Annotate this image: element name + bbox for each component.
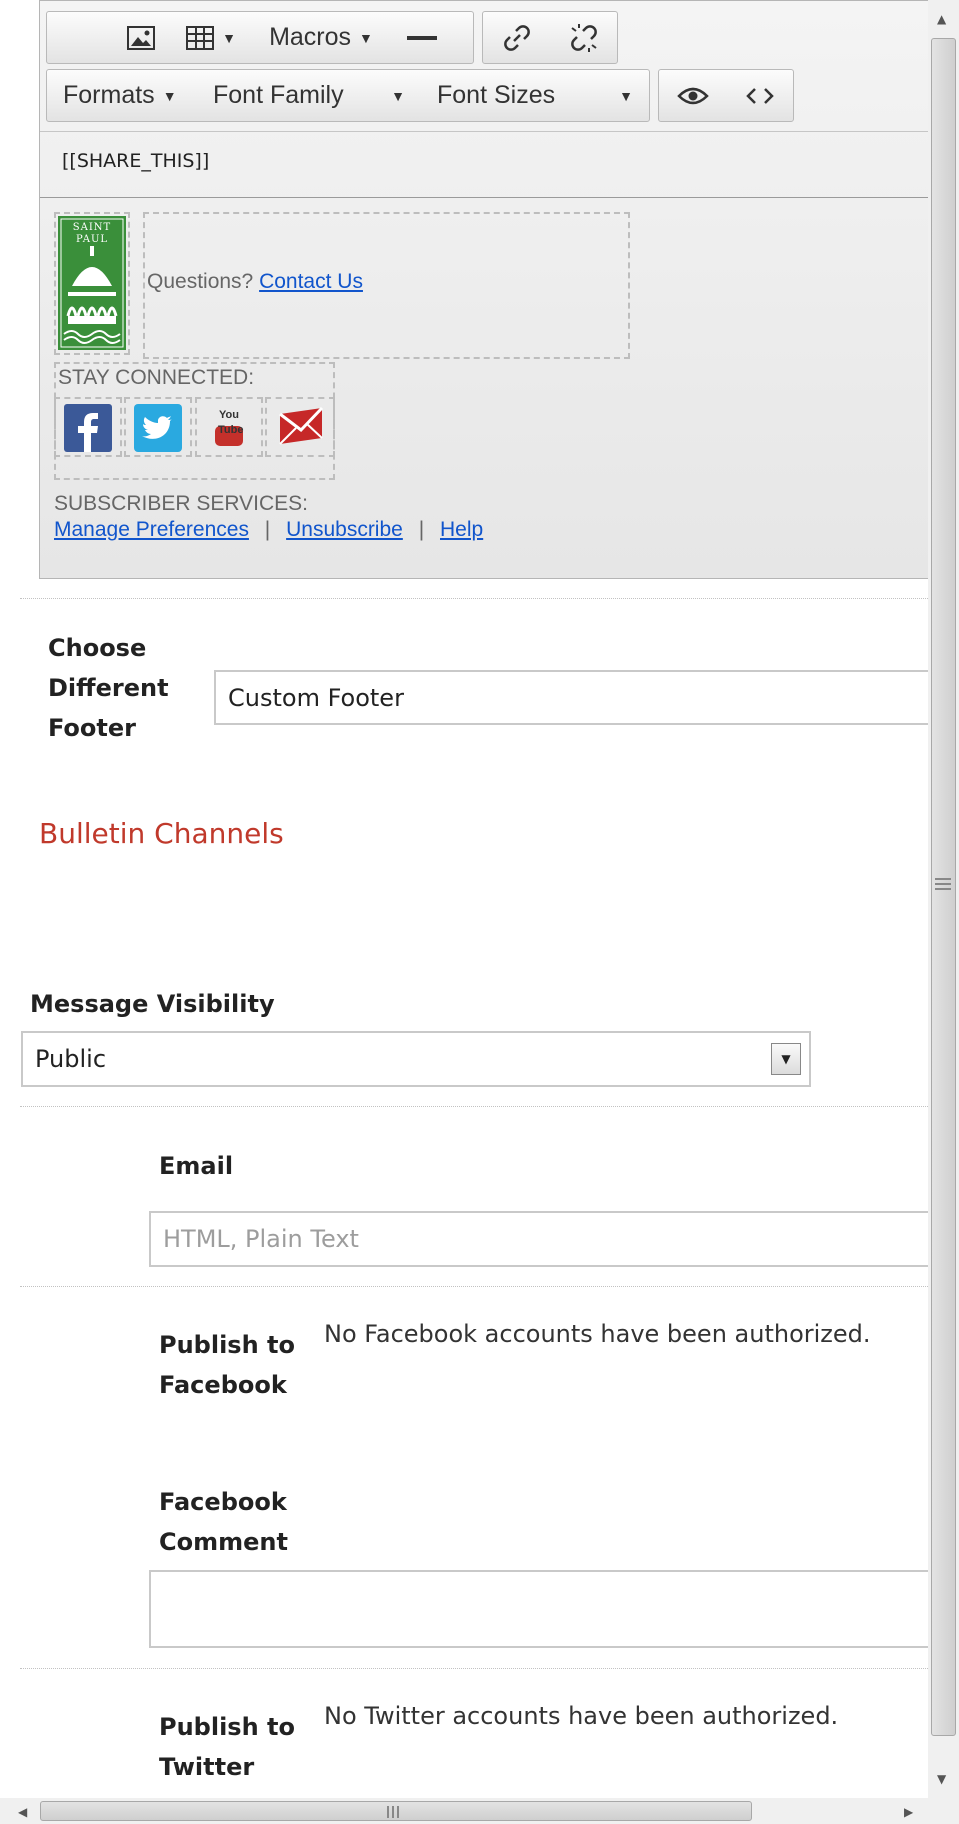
formats-label: Formats bbox=[63, 81, 155, 109]
source-code-button[interactable] bbox=[726, 70, 793, 121]
toolbar-group-view bbox=[658, 69, 794, 122]
editor-divider bbox=[40, 197, 932, 198]
link-separator: | bbox=[264, 518, 271, 541]
toolbar-group-insert: ▼ Macros ▼ bbox=[46, 11, 474, 64]
twitter-icon[interactable] bbox=[134, 404, 182, 456]
link-separator: | bbox=[418, 518, 425, 541]
insert-link-button[interactable] bbox=[483, 12, 550, 63]
publish-twitter-label: Publish to Twitter bbox=[159, 1713, 295, 1781]
youtube-text: You Tube bbox=[218, 409, 244, 436]
chevron-down-icon: ▼ bbox=[222, 29, 236, 46]
toolbar-group-format: Formats ▼ Font Family ▼ Font Sizes ▼ bbox=[46, 69, 650, 122]
rich-text-editor: ▼ Macros ▼ Formats ▼ Font Family ▼ Font … bbox=[39, 0, 932, 580]
font-family-label: Font Family bbox=[213, 81, 344, 109]
insert-image-button[interactable] bbox=[113, 12, 169, 63]
unlink-button[interactable] bbox=[550, 12, 617, 63]
chevron-down-icon: ▼ bbox=[619, 87, 633, 104]
macros-dropdown[interactable]: Macros ▼ bbox=[253, 12, 389, 63]
email-icon[interactable] bbox=[276, 404, 326, 456]
divider bbox=[20, 1668, 928, 1669]
help-link[interactable]: Help bbox=[440, 518, 483, 541]
share-this-token: [[SHARE_THIS]] bbox=[62, 150, 210, 172]
publish-facebook-label: Publish to Facebook bbox=[159, 1331, 295, 1399]
unlink-icon bbox=[570, 23, 597, 52]
facebook-note: No Facebook accounts have been authorize… bbox=[324, 1320, 871, 1348]
logo-text: SAINT PAUL bbox=[72, 222, 112, 245]
unsubscribe-link[interactable]: Unsubscribe bbox=[286, 518, 403, 541]
message-visibility-select[interactable]: Public ▼ bbox=[21, 1031, 811, 1087]
scroll-right-arrow-icon[interactable]: ▶ bbox=[904, 1805, 913, 1819]
horizontal-rule-icon bbox=[407, 35, 437, 40]
message-visibility-label: Message Visibility bbox=[30, 990, 275, 1018]
questions-text: Questions? bbox=[147, 270, 254, 293]
saint-paul-logo: SAINT PAUL bbox=[58, 216, 126, 350]
eye-icon bbox=[676, 87, 709, 104]
horizontal-rule-button[interactable] bbox=[389, 12, 455, 63]
chevron-down-icon: ▼ bbox=[162, 87, 177, 104]
twitter-note: No Twitter accounts have been authorized… bbox=[324, 1702, 839, 1730]
footer-select[interactable]: Custom Footer bbox=[214, 670, 934, 725]
link-icon bbox=[503, 24, 530, 51]
footer-select-value: Custom Footer bbox=[228, 683, 404, 712]
youtube-icon[interactable]: You Tube bbox=[209, 404, 249, 452]
email-format-placeholder: HTML, Plain Text bbox=[163, 1225, 359, 1253]
font-sizes-dropdown[interactable]: Font Sizes ▼ bbox=[421, 70, 649, 121]
contact-us-link[interactable]: Contact Us bbox=[259, 270, 363, 293]
font-sizes-label: Font Sizes bbox=[437, 81, 556, 109]
facebook-icon[interactable] bbox=[64, 404, 112, 456]
table-icon bbox=[186, 25, 215, 50]
scroll-left-arrow-icon[interactable]: ◀ bbox=[18, 1805, 27, 1819]
manage-preferences-link[interactable]: Manage Preferences bbox=[54, 518, 249, 541]
toolbar-group-links bbox=[482, 11, 618, 64]
divider bbox=[20, 1106, 928, 1107]
preview-button[interactable] bbox=[659, 70, 726, 121]
chevron-down-icon: ▼ bbox=[359, 29, 373, 46]
image-icon bbox=[127, 25, 155, 50]
email-format-field[interactable]: HTML, Plain Text bbox=[149, 1211, 934, 1267]
subscriber-services-label: SUBSCRIBER SERVICES: bbox=[54, 492, 309, 515]
insert-table-button[interactable]: ▼ bbox=[169, 12, 253, 63]
scroll-up-arrow-icon[interactable]: ▲ bbox=[937, 12, 946, 26]
divider bbox=[20, 1286, 928, 1287]
message-visibility-value: Public bbox=[35, 1045, 107, 1073]
editor-content-area[interactable]: [[SHARE_THIS]] SAINT PAUL Questions? Con… bbox=[40, 131, 932, 580]
facebook-comment-field[interactable] bbox=[149, 1570, 934, 1648]
formats-dropdown[interactable]: Formats ▼ bbox=[47, 70, 197, 121]
subscriber-links: Manage Preferences | Unsubscribe | Help bbox=[54, 518, 483, 542]
email-label: Email bbox=[159, 1152, 234, 1180]
chevron-down-icon: ▼ bbox=[391, 87, 405, 104]
macros-label: Macros bbox=[269, 23, 352, 51]
font-family-dropdown[interactable]: Font Family ▼ bbox=[197, 70, 421, 121]
grip-icon bbox=[387, 1806, 399, 1818]
stay-connected-label: STAY CONNECTED: bbox=[58, 366, 255, 389]
questions-row: Questions? Contact Us bbox=[147, 270, 363, 294]
code-icon bbox=[745, 87, 774, 104]
scroll-down-arrow-icon[interactable]: ▼ bbox=[937, 1772, 946, 1786]
grip-icon bbox=[935, 878, 951, 890]
bulletin-channels-heading: Bulletin Channels bbox=[39, 817, 284, 850]
choose-footer-label: Choose Different Footer bbox=[48, 634, 169, 742]
divider bbox=[20, 598, 928, 599]
facebook-comment-label: Facebook Comment bbox=[159, 1488, 288, 1556]
chevron-down-icon[interactable]: ▼ bbox=[771, 1043, 801, 1075]
